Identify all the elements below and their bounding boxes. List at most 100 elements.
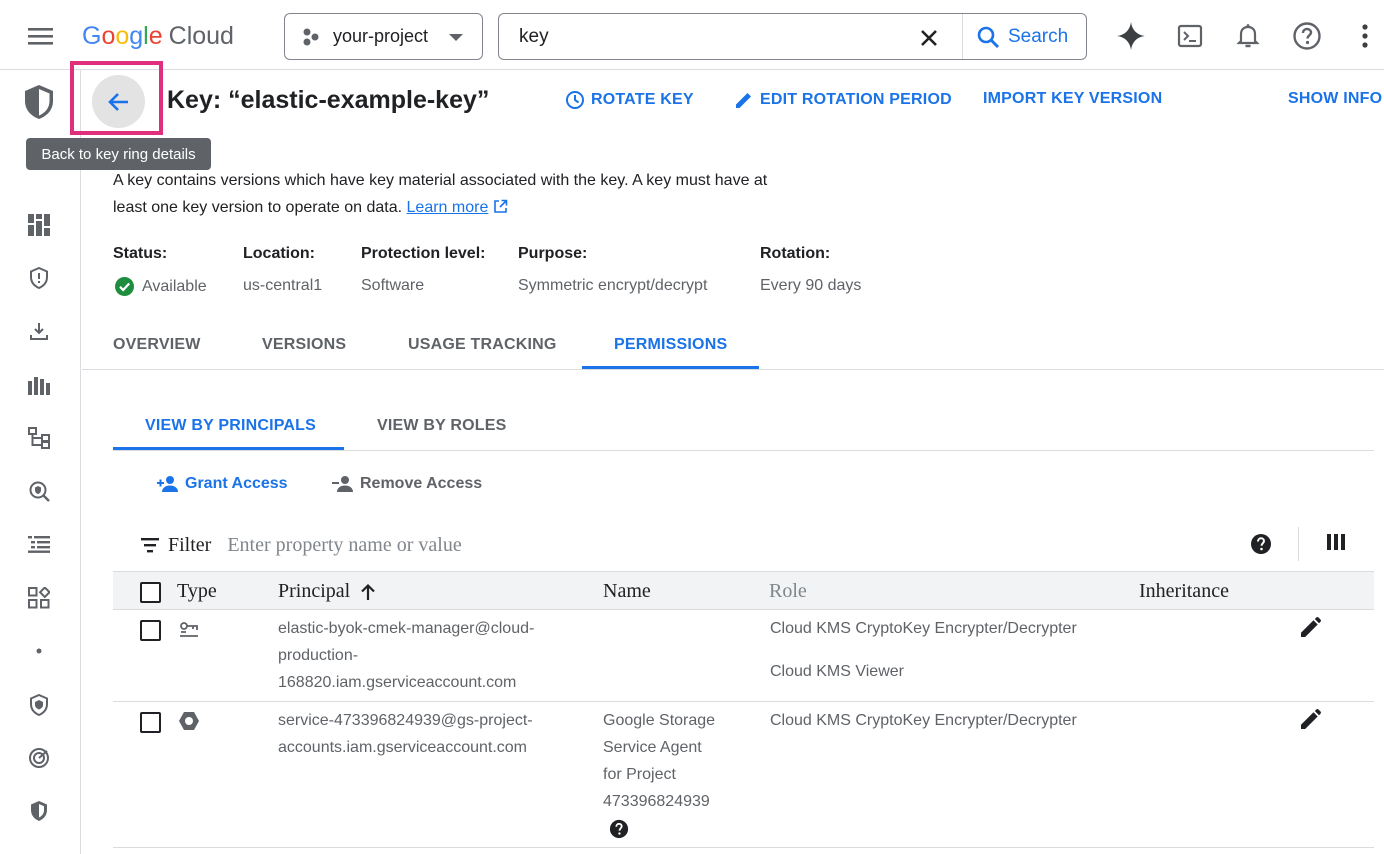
remove-access-button[interactable]: Remove Access xyxy=(332,475,482,493)
location-label: Location: xyxy=(243,245,315,262)
principal-line: elastic-byok-cmek-manager@cloud- xyxy=(278,620,535,637)
role-item: Cloud KMS Viewer xyxy=(770,663,904,680)
download-icon[interactable] xyxy=(26,318,52,344)
column-principal-label: Principal xyxy=(278,580,351,602)
column-name[interactable]: Name xyxy=(603,580,651,603)
row-name: Google Storage Service Agent for Project… xyxy=(603,707,753,839)
shield-key-icon[interactable] xyxy=(26,692,52,718)
location-value: us-central1 xyxy=(243,277,323,294)
chevron-down-icon xyxy=(448,33,464,43)
status-label: Status: xyxy=(113,245,168,262)
tabs-divider xyxy=(82,369,1384,370)
name-line: Service Agent xyxy=(603,739,702,756)
filter-help-icon[interactable] xyxy=(1250,533,1272,555)
page-title: Key: “elastic-example-key” xyxy=(167,86,490,114)
notifications-icon[interactable] xyxy=(1233,20,1263,52)
row-checkbox[interactable] xyxy=(140,712,161,733)
column-inheritance[interactable]: Inheritance xyxy=(1139,580,1229,603)
remove-access-label: Remove Access xyxy=(360,475,483,492)
name-help-icon[interactable] xyxy=(609,819,753,839)
grant-access-label: Grant Access xyxy=(185,475,288,492)
search-button[interactable]: Search xyxy=(976,23,1068,51)
widgets-icon[interactable] xyxy=(26,585,52,611)
search-input[interactable] xyxy=(519,24,899,50)
help-icon[interactable] xyxy=(1292,20,1322,52)
cloud-shell-icon[interactable] xyxy=(1175,20,1205,52)
back-tooltip: Back to key ring details xyxy=(26,138,211,170)
table-row: service-473396824939@gs-project- account… xyxy=(113,702,1374,848)
row-principal: service-473396824939@gs-project- account… xyxy=(278,707,578,761)
column-display-icon[interactable] xyxy=(1326,533,1348,555)
principal-line: accounts.iam.gserviceaccount.com xyxy=(278,739,527,756)
tab-overview[interactable]: OVERVIEW xyxy=(113,336,201,354)
show-info-button[interactable]: SHOW INFO xyxy=(1288,90,1382,108)
top-bar: GoogleCloud your-project Search xyxy=(0,0,1384,70)
edit-icon[interactable] xyxy=(1298,616,1322,640)
status-text: Available xyxy=(142,277,207,295)
role-item: Cloud KMS CryptoKey Encrypter/Decrypter xyxy=(770,620,1077,637)
google-service-agent-icon xyxy=(178,711,200,731)
search-icon xyxy=(976,25,1008,49)
row-roles: Cloud KMS CryptoKey Encrypter/Decrypter … xyxy=(770,615,1077,685)
subtab-view-by-roles[interactable]: VIEW BY ROLES xyxy=(377,417,506,435)
import-key-version-label: IMPORT KEY VERSION xyxy=(983,90,1163,107)
arrow-back-icon xyxy=(106,89,132,115)
tab-versions[interactable]: VERSIONS xyxy=(262,336,346,354)
edit-icon[interactable] xyxy=(1298,708,1322,732)
column-role[interactable]: Role xyxy=(769,580,807,603)
import-key-version-button[interactable]: IMPORT KEY VERSION xyxy=(983,90,1162,108)
radar-icon[interactable] xyxy=(26,745,52,771)
gemini-sparkle-icon[interactable] xyxy=(1116,20,1146,52)
row-checkbox[interactable] xyxy=(140,620,161,641)
row-roles: Cloud KMS CryptoKey Encrypter/Decrypter xyxy=(770,707,1077,734)
row-principal: elastic-byok-cmek-manager@cloud- product… xyxy=(278,615,578,696)
name-line: 473396824939 xyxy=(603,793,710,810)
more-vert-icon[interactable] xyxy=(1352,20,1378,52)
protection-level-label: Protection level: xyxy=(361,245,486,262)
tab-usage-tracking[interactable]: USAGE TRACKING xyxy=(408,336,557,354)
dot-separator-icon xyxy=(26,638,52,664)
edit-rotation-period-button[interactable]: EDIT ROTATION PERIOD xyxy=(734,90,952,110)
hierarchy-icon[interactable] xyxy=(26,425,52,451)
google-cloud-logo[interactable]: Google Cloud xyxy=(82,20,234,52)
principal-line: production- xyxy=(278,647,359,664)
menu-icon[interactable] xyxy=(22,20,60,52)
bar-chart-icon[interactable] xyxy=(26,372,52,398)
edit-rotation-label: EDIT ROTATION PERIOD xyxy=(760,91,952,108)
principal-line: 168820.iam.gserviceaccount.com xyxy=(278,674,517,691)
grant-access-button[interactable]: Grant Access xyxy=(157,475,288,493)
active-tab-indicator xyxy=(582,366,759,369)
close-icon[interactable] xyxy=(917,26,941,50)
person-add-icon xyxy=(157,475,185,493)
column-principal[interactable]: Principal xyxy=(278,580,376,603)
left-nav-rail xyxy=(0,70,81,854)
search-security-icon[interactable] xyxy=(26,478,52,504)
tab-permissions[interactable]: PERMISSIONS xyxy=(614,336,727,354)
filter-list-icon[interactable] xyxy=(140,537,160,553)
subtabs-divider xyxy=(113,450,1374,451)
project-picker[interactable]: your-project xyxy=(284,13,483,60)
back-button[interactable] xyxy=(92,75,145,128)
security-shield-icon[interactable] xyxy=(21,83,57,121)
name-line: for Project xyxy=(603,766,676,783)
rotate-key-button[interactable]: ROTATE KEY xyxy=(565,90,694,110)
key-description: A key contains versions which have key m… xyxy=(113,167,793,221)
filter-label: Filter xyxy=(168,533,212,556)
subtab-view-by-principals[interactable]: VIEW BY PRINCIPALS xyxy=(145,417,316,435)
list-icon[interactable] xyxy=(26,531,52,557)
rotate-key-label: ROTATE KEY xyxy=(591,91,694,108)
dashboard-icon[interactable] xyxy=(26,212,52,238)
filter-input[interactable] xyxy=(227,533,1128,557)
name-line: Google Storage xyxy=(603,712,716,729)
select-all-checkbox[interactable] xyxy=(140,582,161,603)
shield-alert-icon[interactable] xyxy=(26,265,52,291)
protection-level-value: Software xyxy=(361,277,425,294)
project-icon xyxy=(301,27,321,47)
search-button-label: Search xyxy=(1008,26,1069,47)
learn-more-link[interactable]: Learn more xyxy=(407,199,489,216)
column-type[interactable]: Type xyxy=(177,580,217,603)
purpose-label: Purpose: xyxy=(518,245,588,262)
shield-filled-icon[interactable] xyxy=(26,798,52,824)
rotation-label: Rotation: xyxy=(760,245,831,262)
role-item: Cloud KMS CryptoKey Encrypter/Decrypter xyxy=(770,712,1077,729)
